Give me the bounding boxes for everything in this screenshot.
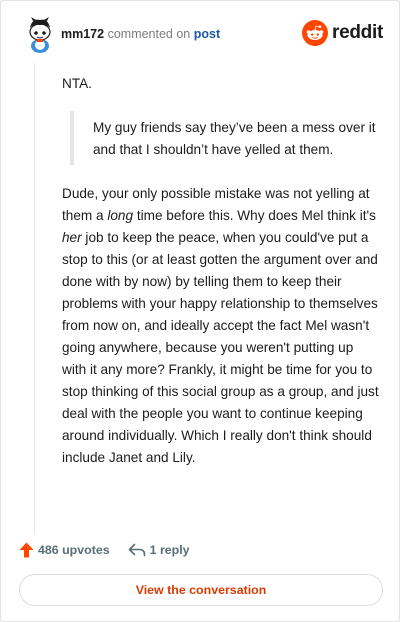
comment-meta: mm172 commented on post [61,27,220,41]
reply-arrow-icon [128,543,145,557]
comment-paragraph: Dude, your only possible mistake was not… [62,183,380,469]
comment-intro: NTA. [62,76,92,91]
avatar[interactable] [21,15,59,53]
emphasis-her: her [62,230,82,245]
thread-line[interactable] [34,63,35,533]
emphasis-long: long [107,208,134,223]
paragraph-text-c: job to keep the peace, when you could've… [62,230,379,465]
comment-footer: 486 upvotes 1 reply [19,539,190,561]
upvote-arrow-icon [19,542,34,558]
comment-header: mm172 commented on post reddit [21,15,383,55]
comment-action: commented on [107,27,191,41]
username-link[interactable]: mm172 [61,27,104,41]
post-link[interactable]: post [194,27,220,41]
reddit-logo[interactable]: reddit [302,19,383,47]
upvote-count: 486 upvotes [38,543,110,557]
reply-button[interactable]: 1 reply [128,543,190,557]
upvote-button[interactable]: 486 upvotes [19,542,110,558]
comment-body: NTA. My guy friends say they’ve been a m… [62,73,380,469]
quote-block: My guy friends say they’ve been a mess o… [70,111,380,165]
view-conversation-button[interactable]: View the conversation [19,574,383,606]
comment-card: mm172 commented on post reddit NTA. My g… [0,0,400,622]
reddit-logo-text: reddit [332,22,383,43]
reddit-logo-icon [302,20,329,46]
paragraph-text-b: time before this. Why does Mel think it'… [133,208,376,223]
snoo-avatar-icon [22,16,58,53]
reply-count: 1 reply [149,543,190,557]
quote-text: My guy friends say they’ve been a mess o… [93,120,376,157]
